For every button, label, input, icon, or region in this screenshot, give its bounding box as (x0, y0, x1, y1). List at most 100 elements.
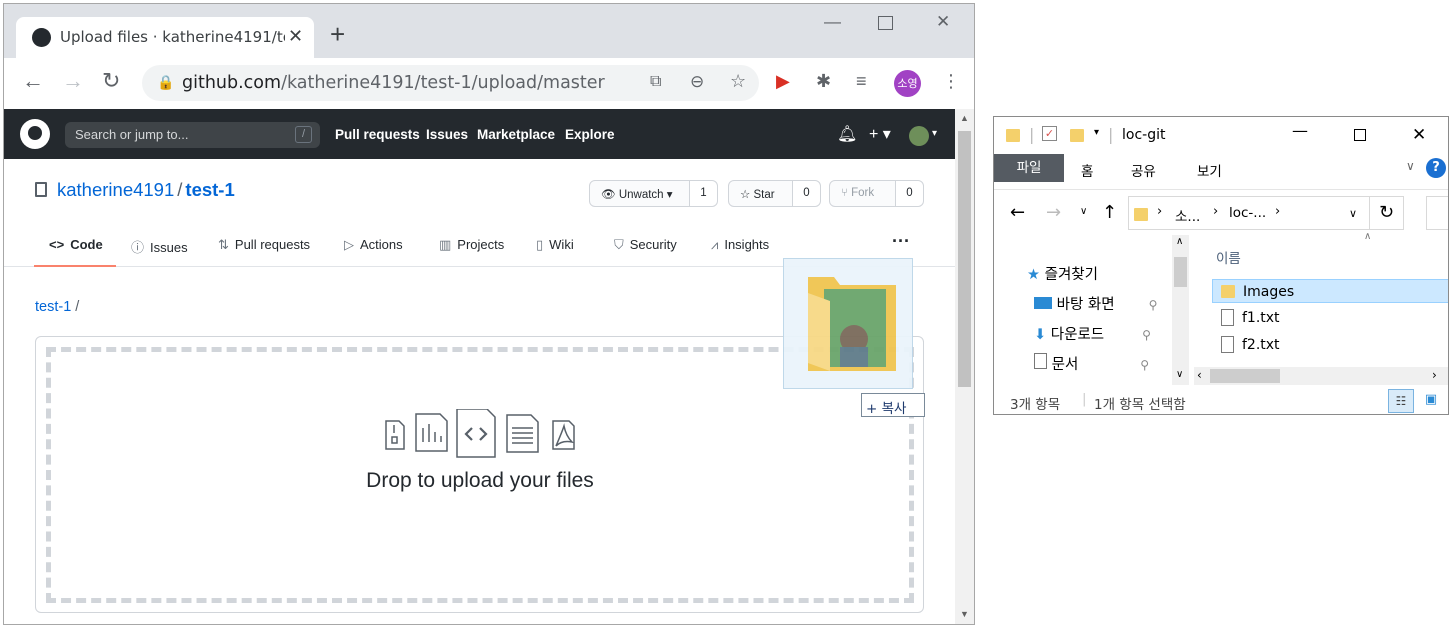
pin-icon[interactable]: ⚲ (1142, 328, 1151, 342)
tab-projects[interactable]: ▥ Projects (439, 237, 504, 253)
nav-issues[interactable]: Issues (426, 127, 468, 142)
help-icon[interactable]: ? (1426, 158, 1446, 178)
recent-locations-icon[interactable]: ∨ (1080, 206, 1087, 217)
ribbon-file-tab[interactable]: 파일 (994, 154, 1064, 182)
explorer-navbar: ← → ∨ ↑ › 소... › loc-... › ∨ ↻ (994, 189, 1448, 235)
fork-button[interactable]: ⑂ Fork 0 (829, 180, 924, 207)
page-scrollbar[interactable]: ▲ ▼ (955, 109, 974, 624)
tab-code[interactable]: <> Code (49, 237, 103, 252)
back-icon[interactable]: ← (1010, 202, 1025, 223)
star-count[interactable]: 0 (792, 181, 820, 206)
nav-downloads[interactable]: ⬇ 다운로드 ⚲ (1034, 323, 1151, 344)
new-folder-icon[interactable] (1070, 129, 1084, 142)
graph-icon: ⩘ (711, 237, 719, 252)
scroll-down-icon[interactable]: ▼ (960, 609, 969, 619)
extension-red-icon[interactable]: ▶ (776, 71, 790, 91)
file-row-f1[interactable]: f1.txt (1212, 306, 1448, 330)
large-icons-view-icon[interactable]: ▣ (1420, 389, 1442, 413)
repo-owner-link[interactable]: katherine4191 (57, 179, 174, 200)
nav-marketplace[interactable]: Marketplace (477, 127, 555, 142)
more-tabs-icon[interactable]: ··· (892, 231, 910, 252)
bookmark-star-icon[interactable]: ☆ (730, 71, 746, 92)
quick-access-dropdown-icon[interactable]: ▾ (1094, 127, 1099, 138)
fork-count[interactable]: 0 (895, 181, 923, 206)
scroll-down-icon[interactable]: ∨ (1176, 369, 1183, 380)
nav-explore[interactable]: Explore (565, 127, 615, 142)
tab-security[interactable]: ⛉ Security (614, 237, 677, 253)
avatar-dropdown-icon[interactable]: ▾ (932, 128, 937, 139)
refresh-button[interactable]: ↻ (1370, 196, 1404, 230)
file-name: f2.txt (1242, 337, 1280, 353)
pin-icon[interactable]: ⚲ (1140, 358, 1149, 372)
up-icon[interactable]: ↑ (1102, 202, 1117, 223)
forward-icon[interactable]: → (1046, 202, 1061, 223)
address-part-2[interactable]: loc-... (1229, 205, 1266, 221)
profile-avatar[interactable]: 소영 (894, 70, 921, 97)
details-view-icon[interactable]: ☷ (1388, 389, 1414, 413)
properties-check-icon[interactable]: ✓ (1042, 126, 1057, 141)
nav-pull-requests[interactable]: Pull requests (335, 127, 420, 142)
back-icon[interactable]: ← (22, 70, 44, 92)
tab-insights[interactable]: ⩘ Insights (711, 237, 769, 253)
scrollbar-thumb[interactable] (958, 131, 971, 387)
zoom-icon[interactable]: ⊖ (690, 72, 704, 92)
new-tab-button[interactable]: + (330, 21, 345, 47)
nav-scroll-thumb[interactable] (1174, 257, 1187, 287)
tab-pull-requests[interactable]: ⇅ Pull requests (218, 237, 310, 253)
unwatch-button[interactable]: 👁︎ Unwatch ▾ 1 (589, 180, 718, 207)
maximize-icon[interactable] (1354, 129, 1366, 141)
column-header-name[interactable]: 이름 (1216, 247, 1241, 267)
address-dropdown-icon[interactable]: ∨ (1349, 207, 1357, 220)
file-hscrollbar[interactable]: ‹ › (1194, 367, 1448, 385)
file-row-images[interactable]: Images (1212, 279, 1448, 303)
ribbon-home-tab[interactable]: 홈 (1081, 160, 1093, 180)
menu-kebab-icon[interactable]: ⋮ (942, 71, 960, 91)
address-bar[interactable]: 🔒 github.com/katherine4191/test-1/upload… (142, 65, 759, 101)
sort-ascending-icon[interactable]: ∧ (1364, 231, 1371, 242)
hscroll-thumb[interactable] (1210, 369, 1280, 383)
tab-actions[interactable]: ▷ Actions (344, 237, 403, 253)
nav-documents[interactable]: 문서 ⚲ (1034, 353, 1149, 374)
media-queue-icon[interactable]: ≡ (856, 71, 867, 91)
address-box[interactable]: › 소... › loc-... › ∨ (1128, 196, 1370, 230)
file-type-icons (385, 409, 575, 458)
notifications-bell-icon[interactable]: 🔔︎ (837, 124, 857, 144)
close-tab-icon[interactable]: ✕ (288, 26, 303, 47)
ribbon-expand-icon[interactable]: ∨ (1406, 159, 1415, 173)
ribbon-share-tab[interactable]: 공유 (1131, 160, 1156, 180)
browser-tab[interactable]: Upload files · katherine4191/test-1 ✕ (16, 17, 314, 58)
nav-desktop[interactable]: 바탕 화면 ⚲ (1034, 293, 1157, 314)
crumb-arrow-2: › (1213, 204, 1219, 219)
pin-icon[interactable]: ⚲ (1149, 298, 1158, 312)
close-window-icon[interactable]: ✕ (1412, 125, 1426, 145)
close-window-icon[interactable]: ✕ (936, 12, 950, 32)
breadcrumb-repo-link[interactable]: test-1 (35, 299, 71, 315)
explorer-search-box[interactable] (1426, 196, 1448, 230)
status-item-count: 3개 항목 (1010, 397, 1061, 413)
minimize-icon[interactable]: — (1292, 121, 1308, 140)
github-search-input[interactable]: Search or jump to... / (65, 122, 320, 148)
tab-issues[interactable]: ⓘ Issues (131, 237, 188, 256)
github-logo-icon[interactable] (20, 119, 50, 149)
ribbon-view-tab[interactable]: 보기 (1197, 160, 1222, 180)
file-row-f2[interactable]: f2.txt (1212, 333, 1448, 357)
watch-count[interactable]: 1 (689, 181, 717, 206)
address-part-1[interactable]: 소... (1175, 205, 1200, 225)
minimize-icon[interactable]: — (824, 12, 841, 32)
scroll-right-icon[interactable]: › (1432, 368, 1437, 382)
maximize-icon[interactable] (878, 16, 893, 30)
nav-favorites[interactable]: ★ 즐겨찾기 (1027, 263, 1098, 284)
scroll-left-icon[interactable]: ‹ (1197, 368, 1202, 382)
scroll-up-icon[interactable]: ▲ (960, 113, 969, 123)
tab-wiki[interactable]: ▯ Wiki (536, 237, 574, 253)
nav-scrollbar[interactable]: ∧ ∨ (1172, 235, 1189, 385)
translate-icon[interactable]: ⧉ (650, 73, 661, 91)
extensions-puzzle-icon[interactable]: ✱ (816, 71, 831, 91)
user-avatar[interactable] (909, 126, 929, 146)
star-button[interactable]: ☆ Star 0 (728, 180, 821, 207)
create-new-plus-icon[interactable]: + ▾ (869, 124, 891, 144)
forward-icon[interactable]: → (62, 70, 84, 92)
repo-name-link[interactable]: test-1 (185, 179, 234, 200)
scroll-up-icon[interactable]: ∧ (1176, 236, 1183, 247)
reload-icon[interactable]: ↻ (102, 70, 120, 92)
